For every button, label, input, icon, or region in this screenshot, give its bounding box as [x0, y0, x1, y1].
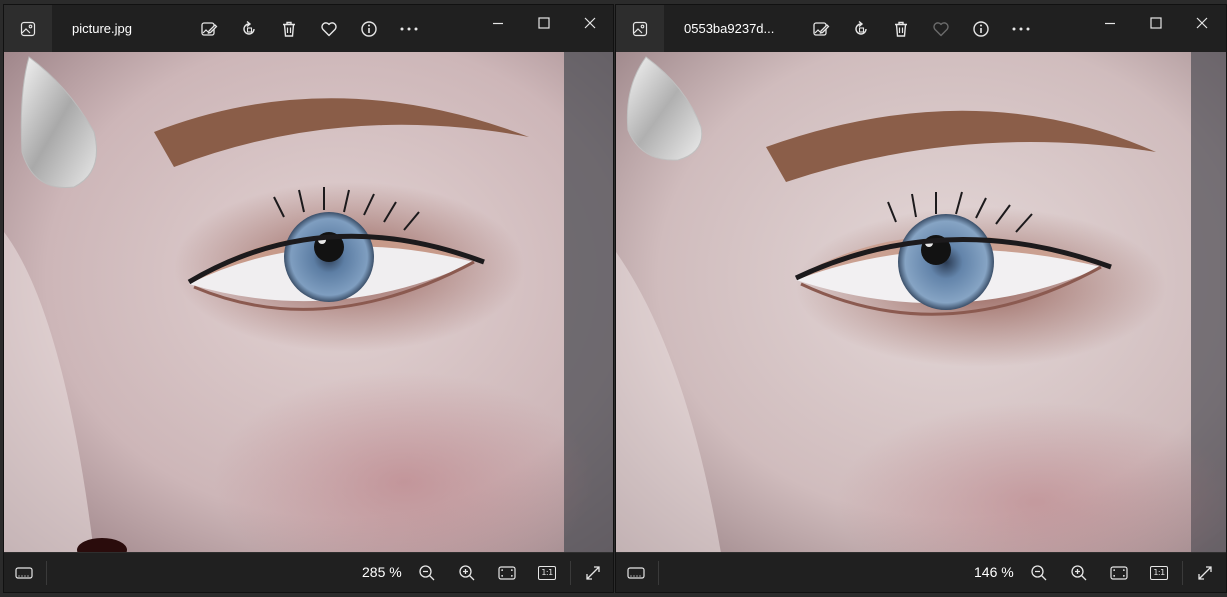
file-name: picture.jpg	[72, 21, 132, 36]
status-divider	[1182, 561, 1183, 585]
zoom-out-icon[interactable]	[1025, 559, 1053, 587]
zoom-level: 146 %	[974, 564, 1014, 580]
delete-icon[interactable]	[276, 16, 302, 42]
photo-viewer-window-left: picture.jpg 285 % 1:1	[4, 5, 613, 592]
info-icon[interactable]	[356, 16, 382, 42]
rotate-icon[interactable]	[848, 16, 874, 42]
photo-canvas[interactable]	[4, 52, 613, 553]
zoom-in-icon[interactable]	[453, 559, 481, 587]
status-bar: 285 % 1:1	[4, 552, 613, 592]
portrait-photo	[4, 52, 613, 553]
photos-app-icon[interactable]	[616, 5, 664, 52]
photos-app-icon[interactable]	[4, 5, 52, 52]
maximize-button[interactable]	[524, 7, 564, 39]
minimize-button[interactable]	[478, 7, 518, 39]
close-button[interactable]	[570, 7, 610, 39]
rotate-icon[interactable]	[236, 16, 262, 42]
actual-size-label: 1:1	[538, 566, 556, 580]
zoom-in-icon[interactable]	[1065, 559, 1093, 587]
actual-size-button[interactable]: 1:1	[1145, 559, 1173, 587]
fullscreen-icon[interactable]	[1191, 559, 1219, 587]
photo-viewer-window-right: 0553ba9237d... 146 % 1:1	[616, 5, 1226, 592]
status-bar: 146 % 1:1	[616, 552, 1226, 592]
status-divider	[570, 561, 571, 585]
zoom-level: 285 %	[362, 564, 402, 580]
favorite-icon[interactable]	[316, 16, 342, 42]
status-divider	[46, 561, 47, 585]
title-bar[interactable]: 0553ba9237d...	[616, 5, 1226, 52]
minimize-button[interactable]	[1090, 7, 1130, 39]
portrait-photo	[616, 52, 1226, 553]
title-bar[interactable]: picture.jpg	[4, 5, 613, 52]
actual-size-button[interactable]: 1:1	[533, 559, 561, 587]
more-icon[interactable]	[1008, 16, 1034, 42]
photo-canvas[interactable]	[616, 52, 1226, 553]
info-icon[interactable]	[968, 16, 994, 42]
close-button[interactable]	[1182, 7, 1222, 39]
fullscreen-icon[interactable]	[579, 559, 607, 587]
more-icon[interactable]	[396, 16, 422, 42]
filmstrip-toggle-icon[interactable]	[10, 559, 38, 587]
filmstrip-toggle-icon[interactable]	[622, 559, 650, 587]
fit-to-window-icon[interactable]	[1105, 559, 1133, 587]
favorite-icon[interactable]	[928, 16, 954, 42]
edit-image-icon[interactable]	[808, 16, 834, 42]
zoom-out-icon[interactable]	[413, 559, 441, 587]
delete-icon[interactable]	[888, 16, 914, 42]
actual-size-label: 1:1	[1150, 566, 1168, 580]
file-name: 0553ba9237d...	[684, 21, 775, 36]
maximize-button[interactable]	[1136, 7, 1176, 39]
fit-to-window-icon[interactable]	[493, 559, 521, 587]
edit-image-icon[interactable]	[196, 16, 222, 42]
status-divider	[658, 561, 659, 585]
